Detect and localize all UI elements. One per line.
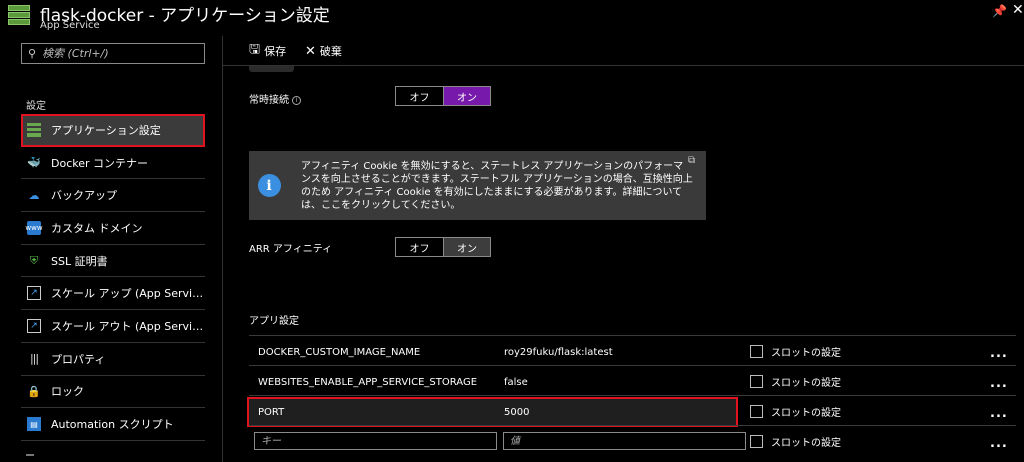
new-setting-row: スロットの設定 ... — [249, 425, 1016, 455]
scale-out-icon: ↗ — [27, 318, 41, 333]
sidebar-item-app-settings[interactable]: アプリケーション設定 — [21, 114, 205, 147]
table-row: DOCKER_CUSTOM_IMAGE_NAME roy29fuku/flask… — [249, 335, 1016, 365]
setting-value[interactable]: false — [504, 377, 528, 388]
more-options-icon[interactable]: ... — [990, 376, 1008, 391]
sidebar-item-backup[interactable]: ☁ バックアップ — [21, 179, 205, 213]
close-icon[interactable]: ✕ — [1012, 2, 1024, 18]
sidebar-divider — [222, 36, 223, 462]
backup-icon: ☁ — [28, 188, 40, 202]
app-settings-section-title: アプリ設定 — [249, 316, 299, 327]
sidebar-item-ssl[interactable]: ⛨ SSL 証明書 — [21, 245, 205, 278]
sidebar-overflow-marker — [26, 454, 34, 456]
sidebar-item-automation[interactable]: ▤ Automation スクリプト — [21, 408, 205, 441]
affinity-info-box[interactable]: i アフィニティ Cookie を無効にすると、ステートレス アプリケーションの… — [249, 151, 706, 220]
table-row: WEBSITES_ENABLE_APP_SERVICE_STORAGE fals… — [249, 365, 1016, 395]
blade-header: flask-docker - アプリケーション設定 App Service 📌 … — [0, 0, 1024, 36]
sidebar-item-docker-container[interactable]: 🐳 Docker コンテナー — [21, 147, 205, 180]
docker-icon: 🐳 — [27, 156, 41, 170]
app-settings-table: DOCKER_CUSTOM_IMAGE_NAME roy29fuku/flask… — [247, 335, 1016, 455]
always-on-toggle[interactable]: オフ オン — [395, 86, 491, 106]
more-options-icon[interactable]: ... — [990, 346, 1008, 361]
slot-setting-checkbox[interactable]: スロットの設定 — [750, 374, 841, 389]
search-input[interactable] — [42, 47, 193, 60]
slot-setting-checkbox[interactable]: スロットの設定 — [750, 404, 841, 419]
command-toolbar: 🖫 保存 ✕ 破棄 — [223, 36, 1024, 66]
table-row: PORT 5000 スロットの設定 ... — [247, 395, 1016, 427]
sidebar-item-properties[interactable]: ||| プロパティ — [21, 343, 205, 376]
page-subtitle: App Service — [40, 20, 100, 31]
search-box[interactable]: ⚲ — [21, 43, 205, 64]
checkbox[interactable] — [750, 435, 763, 448]
setting-name[interactable]: DOCKER_CUSTOM_IMAGE_NAME — [258, 347, 420, 358]
scrolled-content-edge — [249, 66, 294, 72]
sidebar-section-label: 設定 — [26, 101, 46, 112]
affinity-info-text: アフィニティ Cookie を無効にすると、ステートレス アプリケーションのパフ… — [301, 161, 693, 211]
custom-domain-icon: www — [25, 220, 43, 235]
app-service-icon — [8, 5, 30, 27]
sidebar-item-scale-up[interactable]: ↗ スケール アップ (App Service ... — [21, 277, 205, 311]
automation-icon: ▤ — [27, 417, 41, 432]
discard-x-icon: ✕ — [305, 43, 316, 59]
always-on-on-option[interactable]: オン — [443, 87, 490, 105]
new-key-input[interactable] — [254, 432, 497, 450]
setting-name[interactable]: WEBSITES_ENABLE_APP_SERVICE_STORAGE — [258, 377, 477, 388]
checkbox[interactable] — [750, 375, 763, 388]
properties-icon: ||| — [29, 352, 39, 366]
sidebar-nav: アプリケーション設定 🐳 Docker コンテナー ☁ バックアップ www カ… — [21, 114, 205, 441]
more-options-icon[interactable]: ... — [990, 406, 1008, 421]
sidebar-item-lock[interactable]: 🔒 ロック — [21, 376, 205, 409]
checkbox[interactable] — [750, 345, 763, 358]
sidebar: ⚲ 設定 アプリケーション設定 🐳 Docker コンテナー ☁ バックアップ … — [0, 36, 222, 462]
external-link-icon[interactable]: ⧉ — [688, 155, 695, 166]
save-button[interactable]: 🖫 保存 — [249, 42, 286, 59]
arr-affinity-on-option[interactable]: オン — [443, 238, 490, 256]
arr-affinity-toggle[interactable]: オフ オン — [395, 237, 491, 257]
pin-icon[interactable]: 📌 — [992, 4, 1007, 18]
save-icon: 🖫 — [249, 42, 261, 57]
sidebar-item-scale-out[interactable]: ↗ スケール アウト (App Service ... — [21, 310, 205, 343]
arr-affinity-label: ARR アフィニティ — [249, 244, 333, 255]
arr-affinity-off-option[interactable]: オフ — [396, 238, 443, 256]
scale-up-icon: ↗ — [27, 286, 41, 301]
row-highlight — [247, 397, 738, 427]
sidebar-item-custom-domain[interactable]: www カスタム ドメイン — [21, 212, 205, 245]
setting-value[interactable]: roy29fuku/flask:latest — [504, 347, 613, 358]
app-settings-icon — [27, 122, 41, 137]
info-icon: i — [257, 174, 281, 197]
setting-value[interactable]: 5000 — [504, 407, 529, 418]
always-on-off-option[interactable]: オフ — [396, 87, 443, 105]
more-options-icon[interactable]: ... — [990, 436, 1008, 451]
always-on-label: 常時接続 i — [249, 91, 301, 106]
info-icon[interactable]: i — [292, 95, 301, 105]
ssl-shield-icon: ⛨ — [29, 253, 39, 267]
discard-button[interactable]: ✕ 破棄 — [305, 43, 342, 59]
new-value-input[interactable] — [503, 432, 746, 450]
lock-icon: 🔒 — [27, 384, 41, 398]
slot-setting-checkbox[interactable]: スロットの設定 — [750, 344, 841, 359]
setting-name[interactable]: PORT — [258, 407, 284, 418]
search-icon: ⚲ — [28, 47, 37, 60]
slot-setting-checkbox[interactable]: スロットの設定 — [750, 434, 841, 449]
checkbox[interactable] — [750, 405, 763, 418]
